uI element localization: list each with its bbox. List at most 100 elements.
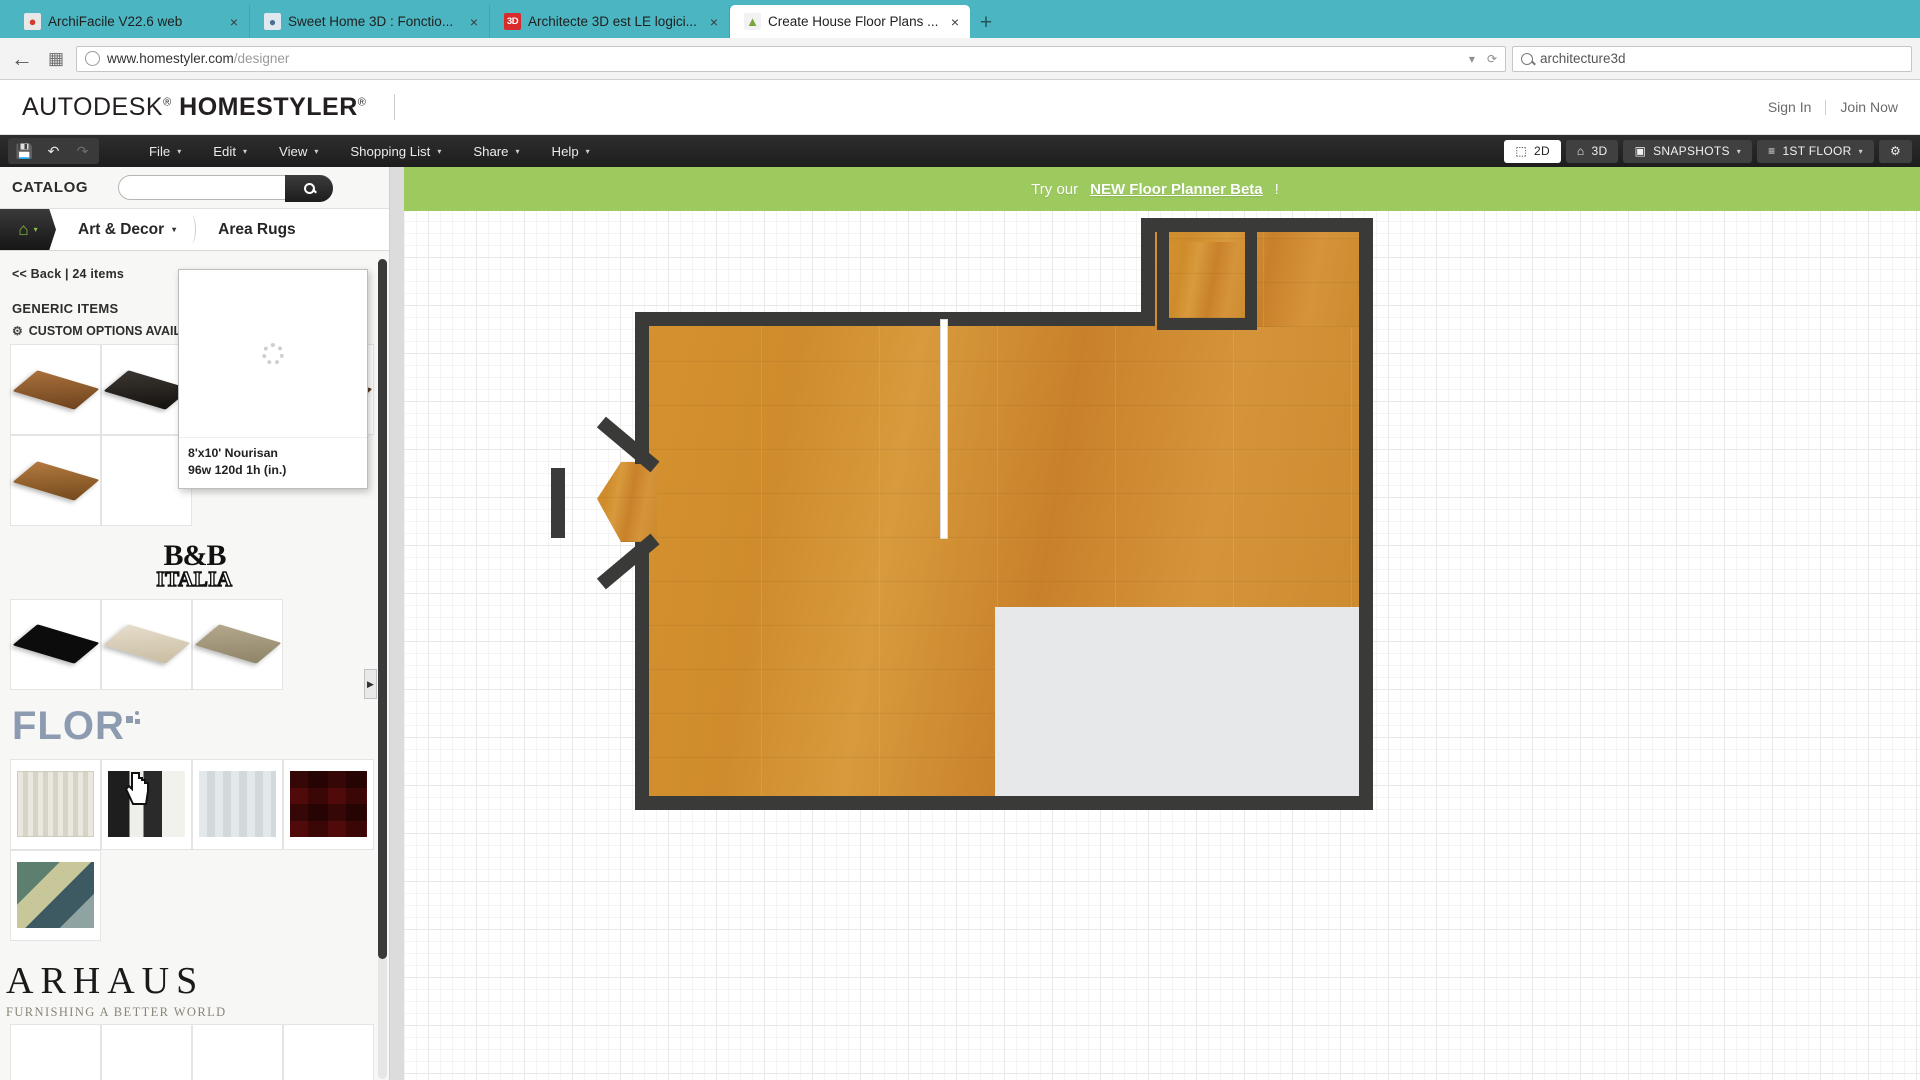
sign-in-link[interactable]: Sign In xyxy=(1768,99,1812,115)
brand-homestyler: HOMESTYLER xyxy=(179,92,358,121)
interior-partition[interactable] xyxy=(941,320,947,538)
menu-shopping-list[interactable]: Shopping List ▾ xyxy=(334,135,457,167)
chevron-down-icon: ▾ xyxy=(1858,146,1863,156)
floor-bay-notch[interactable] xyxy=(597,462,657,542)
navigation-bar: ← ▦ www.homestyler.com/designer ▾ ⟳ arch… xyxy=(0,38,1920,80)
archifacile-icon: ● xyxy=(24,13,41,30)
redo-icon[interactable]: ↷ xyxy=(69,140,96,162)
join-now-link[interactable]: Join Now xyxy=(1840,99,1898,115)
browser-tab-1[interactable]: ● ArchiFacile V22.6 web × xyxy=(10,5,250,38)
catalog-item[interactable] xyxy=(101,1023,192,1080)
chevron-down-icon[interactable]: ▾ xyxy=(1469,52,1475,66)
catalog-item[interactable] xyxy=(192,758,283,850)
menu-edit[interactable]: Edit ▾ xyxy=(197,135,263,167)
floorplan-canvas[interactable]: Try our NEW Floor Planner Beta ! xyxy=(390,167,1920,1080)
settings-button[interactable]: ⚙ xyxy=(1878,139,1912,163)
catalog-item[interactable] xyxy=(283,1023,374,1080)
app-toolbar: 💾 ↶ ↷ File ▾ Edit ▾ View ▾ Shopping List ▾ S… xyxy=(0,135,1920,167)
chevron-down-icon: ▾ xyxy=(515,146,520,156)
tab-strip: ● ArchiFacile V22.6 web × ● Sweet Home 3… xyxy=(0,0,1920,38)
view-3d-button[interactable]: ⌂ 3D xyxy=(1565,139,1619,163)
brand-logo-arhaus: ARHAUS FURNISHING A BETTER WORLD xyxy=(0,941,389,1024)
wall-left-upper[interactable] xyxy=(635,312,649,464)
menu-help[interactable]: Help ▾ xyxy=(536,135,606,167)
wall-closet-right[interactable] xyxy=(1245,232,1257,330)
browser-tab-3[interactable]: 3D Architecte 3D est LE logici... × xyxy=(490,5,730,38)
close-icon[interactable]: × xyxy=(465,13,483,31)
homestyler-logo[interactable]: AUTODESK® HOMESTYLER® xyxy=(22,93,366,122)
catalog-search-button[interactable] xyxy=(285,175,334,202)
bookmarks-icon[interactable]: ▦ xyxy=(42,45,70,73)
close-icon[interactable]: × xyxy=(946,13,964,31)
floor-selector-button[interactable]: ≡ 1ST FLOOR ▾ xyxy=(1757,139,1874,163)
close-icon[interactable]: × xyxy=(705,13,723,31)
wall-bottom[interactable] xyxy=(635,796,1373,810)
menu-file[interactable]: File ▾ xyxy=(133,135,197,167)
catalog-header: CATALOG xyxy=(0,167,389,209)
new-tab-button[interactable]: + xyxy=(970,8,1002,38)
floor-planner-beta-link[interactable]: NEW Floor Planner Beta xyxy=(1090,181,1263,198)
view-2d-label: 2D xyxy=(1533,144,1550,158)
catalog-item[interactable] xyxy=(192,598,283,690)
menu-label: File xyxy=(149,143,171,159)
catalog-item[interactable] xyxy=(10,849,101,941)
custom-options-label: CUSTOM OPTIONS AVAILA xyxy=(28,324,191,338)
search-input[interactable]: architecture3d xyxy=(1512,45,1912,72)
search-icon xyxy=(1521,52,1533,65)
room-secondary[interactable] xyxy=(995,607,1365,802)
wall-upper-right-left[interactable] xyxy=(1141,218,1155,326)
catalog-item[interactable] xyxy=(101,598,192,690)
wall-upper-right-top[interactable] xyxy=(1141,218,1373,232)
save-icon[interactable]: 💾 xyxy=(11,140,38,162)
tab-title: Sweet Home 3D : Fonctio... xyxy=(288,14,454,29)
wall-right[interactable] xyxy=(1359,218,1373,810)
catalog-item[interactable] xyxy=(10,344,101,435)
wall-top-left[interactable] xyxy=(635,312,1155,326)
search-icon xyxy=(303,183,315,194)
menu-view[interactable]: View ▾ xyxy=(263,135,334,167)
wall-closet-left[interactable] xyxy=(1157,232,1169,330)
wall-bay-vertical[interactable] xyxy=(551,468,565,538)
browser-tab-2[interactable]: ● Sweet Home 3D : Fonctio... × xyxy=(250,5,490,38)
view-3d-label: 3D xyxy=(1591,144,1608,158)
catalog-item[interactable] xyxy=(283,758,374,850)
breadcrumb-item-area-rugs[interactable]: Area Rugs xyxy=(196,209,316,250)
wall-left-lower[interactable] xyxy=(635,542,649,802)
catalog-content: << Back | 24 items GENERIC ITEMS ⚙ CUSTO… xyxy=(0,251,389,1080)
floor-closet[interactable] xyxy=(1167,242,1249,318)
catalog-item-hovered[interactable] xyxy=(10,435,101,526)
view-2d-button[interactable]: ⬚ 2D xyxy=(1504,139,1561,163)
homestyler-header: AUTODESK® HOMESTYLER® Sign In Join Now xyxy=(0,80,1920,135)
catalog-item[interactable] xyxy=(10,758,101,850)
breadcrumb-item-art-decor[interactable]: Art & Decor ▾ xyxy=(56,209,197,250)
undo-icon[interactable]: ↶ xyxy=(40,140,67,162)
chevron-down-icon: ▾ xyxy=(243,146,248,156)
snapshots-label: SNAPSHOTS xyxy=(1653,144,1730,158)
menu-share[interactable]: Share ▾ xyxy=(457,135,535,167)
chevron-down-icon: ▾ xyxy=(314,146,319,156)
catalog-item[interactable] xyxy=(10,598,101,690)
catalog-item[interactable] xyxy=(192,1023,283,1080)
brand-logo-bb-italia: B&B ITALIA xyxy=(0,526,389,599)
snapshots-button[interactable]: ▣ SNAPSHOTS ▾ xyxy=(1623,139,1753,163)
catalog-scrollbar-thumb[interactable] xyxy=(378,259,387,959)
promo-banner: Try our NEW Floor Planner Beta ! xyxy=(390,167,1920,211)
reload-icon[interactable]: ⟳ xyxy=(1487,52,1497,66)
breadcrumb-home-button[interactable]: ⌂ ▾ xyxy=(0,209,56,250)
home-icon: ⌂ xyxy=(18,219,29,239)
brand-logo-flor: FLOR xyxy=(0,690,389,759)
browser-tab-4-active[interactable]: ▲ Create House Floor Plans ... × xyxy=(730,5,970,38)
floor-selector-label: 1ST FLOOR xyxy=(1782,144,1852,158)
wall-closet-bottom[interactable] xyxy=(1157,318,1257,330)
catalog-item[interactable] xyxy=(10,1023,101,1080)
close-icon[interactable]: × xyxy=(225,13,243,31)
hand-pointer-cursor xyxy=(124,772,149,805)
catalog-search-input[interactable] xyxy=(118,175,334,202)
back-icon[interactable]: ← xyxy=(8,45,36,73)
brand-line-1: ARHAUS xyxy=(6,959,205,1002)
panel-expand-button[interactable]: ▶ xyxy=(364,669,377,699)
menu-label: Shopping List xyxy=(350,143,431,159)
floorplan-drawing[interactable] xyxy=(545,212,1465,912)
homestyler-icon: ▲ xyxy=(744,13,761,30)
url-bar[interactable]: www.homestyler.com/designer ▾ ⟳ xyxy=(76,45,1506,72)
